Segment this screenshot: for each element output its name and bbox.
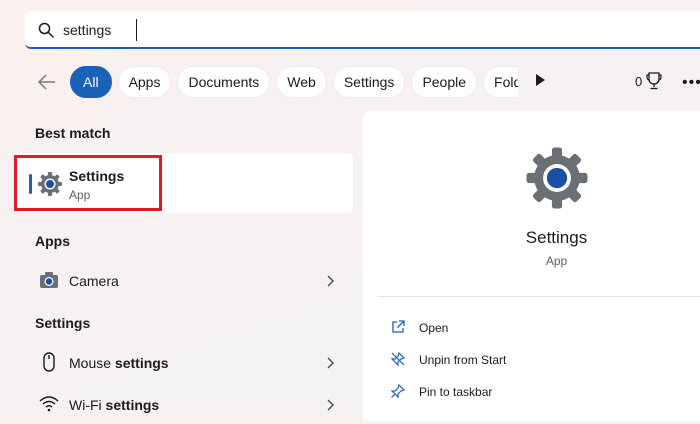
wifi-icon [39, 396, 59, 412]
action-label: Unpin from Start [419, 353, 507, 367]
filter-chip-settings[interactable]: Settings [332, 66, 406, 98]
setting-item-mouse[interactable]: Mouse settings [16, 344, 353, 382]
open-icon [392, 320, 405, 333]
search-box[interactable]: settings [25, 11, 700, 49]
filter-chip-web[interactable]: Web [276, 66, 327, 98]
setting-item-wifi[interactable]: Wi-Fi settings [16, 386, 353, 424]
search-icon [38, 22, 54, 38]
filter-chip-all[interactable]: All [70, 66, 112, 98]
filter-chips: All Apps Documents Web Settings People F… [70, 66, 518, 98]
action-unpin-from-start[interactable]: Unpin from Start [380, 346, 690, 372]
scroll-right-icon[interactable] [536, 74, 545, 86]
camera-icon [40, 272, 58, 288]
settings-gear-icon [526, 147, 588, 209]
unpin-icon [390, 351, 406, 367]
filter-chip-apps[interactable]: Apps [117, 66, 172, 98]
mouse-icon [43, 352, 55, 372]
setting-item-label: Wi-Fi settings [69, 397, 159, 413]
best-match-heading: Best match [35, 125, 111, 141]
trophy-icon[interactable] [646, 72, 662, 90]
chevron-right-icon[interactable] [326, 357, 334, 369]
chevron-right-icon[interactable] [326, 275, 334, 287]
text-caret [136, 19, 137, 41]
pin-icon [390, 383, 406, 399]
action-label: Open [419, 321, 449, 335]
filter-chip-documents[interactable]: Documents [177, 66, 271, 98]
action-pin-to-taskbar[interactable]: Pin to taskbar [380, 378, 690, 404]
preview-title: Settings [525, 228, 588, 247]
setting-item-prefix: Mouse [69, 355, 115, 371]
more-options-icon[interactable]: ••• [682, 74, 700, 92]
apps-heading: Apps [35, 233, 70, 249]
back-arrow-icon[interactable] [36, 71, 58, 93]
action-label: Pin to taskbar [419, 385, 493, 399]
divider [378, 296, 700, 297]
filter-chip-folders[interactable]: Folde [483, 66, 518, 98]
search-input[interactable]: settings [63, 22, 111, 38]
setting-item-match: settings [105, 397, 160, 413]
filter-chip-people[interactable]: People [411, 66, 478, 98]
app-item-camera[interactable]: Camera [16, 262, 353, 300]
rewards-count: 0 [635, 74, 643, 89]
action-open[interactable]: Open [380, 314, 690, 340]
setting-item-prefix: Wi-Fi [69, 397, 106, 413]
chevron-right-icon[interactable] [326, 399, 334, 411]
settings-heading: Settings [35, 315, 91, 331]
setting-item-match: settings [114, 355, 169, 371]
highlight-box [14, 155, 162, 211]
app-item-label: Camera [69, 273, 119, 289]
preview-subtitle: App [545, 254, 568, 268]
setting-item-label: Mouse settings [69, 355, 169, 371]
